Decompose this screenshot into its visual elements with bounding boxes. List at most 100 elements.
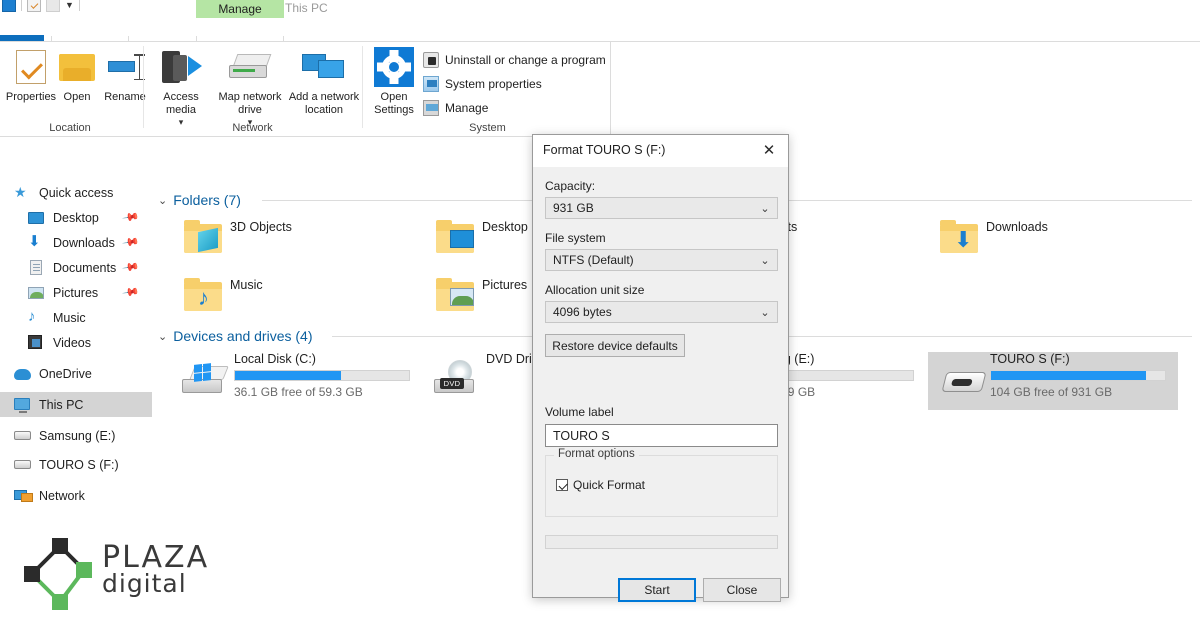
music-icon: ♪	[28, 308, 36, 325]
folder-item-music[interactable]: ♪ Music	[172, 276, 422, 332]
sidebar-item-music[interactable]: ♪ Music	[0, 305, 152, 330]
system-properties-command[interactable]: System properties	[423, 76, 542, 92]
allocation-unit-size-label: Allocation unit size	[545, 283, 645, 297]
sidebar-item-downloads[interactable]: ⬇ Downloads 📌	[0, 230, 152, 255]
sidebar-item-this-pc[interactable]: This PC	[0, 392, 152, 417]
group-label-system: System	[469, 122, 506, 134]
format-dialog[interactable]: Format TOURO S (F:) ✕ Capacity: 931 GB ⌄…	[532, 134, 789, 602]
sidebar-item-network[interactable]: Network	[0, 483, 152, 508]
pin-icon[interactable]: 📌	[122, 283, 141, 302]
access-media-button[interactable]: Access media ▾	[148, 46, 214, 129]
chevron-down-icon[interactable]: ⌄	[753, 306, 777, 319]
group-separator-1	[143, 46, 144, 128]
section-header-devices[interactable]: ⌄ Devices and drives (4)	[158, 328, 313, 344]
map-network-drive-icon	[212, 46, 288, 88]
pin-icon[interactable]: 📌	[122, 258, 141, 277]
ribbon-group-network: Access media ▾ Map network drive ▾ Add a…	[146, 42, 359, 137]
star-icon: ★	[14, 184, 27, 200]
add-network-location-button[interactable]: Add a network location	[286, 46, 362, 116]
start-button[interactable]: Start	[618, 578, 696, 602]
restore-device-defaults-button[interactable]: Restore device defaults	[545, 334, 685, 357]
file-system-select[interactable]: NTFS (Default) ⌄	[545, 249, 778, 271]
sidebar-item-label: Network	[39, 488, 85, 503]
sidebar-item-label: Pictures	[53, 285, 99, 300]
sidebar-item-label: Music	[53, 310, 86, 325]
folder-3d-objects-icon	[184, 220, 224, 253]
checkbox-icon[interactable]	[556, 479, 568, 491]
allocation-unit-size-select[interactable]: 4096 bytes ⌄	[545, 301, 778, 323]
close-icon[interactable]: ✕	[750, 135, 788, 165]
drive-free-text: 104 GB free of 931 GB	[990, 385, 1113, 399]
settings-gear-icon	[367, 46, 421, 88]
quick-access-toolbar[interactable]: ▼	[0, 0, 80, 12]
chevron-down-icon[interactable]: ⌄	[753, 202, 777, 215]
sidebar-item-pictures[interactable]: Pictures 📌	[0, 280, 152, 305]
drive-icon	[14, 428, 31, 443]
sidebar-item-documents[interactable]: Documents 📌	[0, 255, 152, 280]
customize-qat-caret-icon[interactable]: ▼	[65, 0, 74, 10]
format-options-group: Format options Quick Format	[545, 448, 778, 517]
drive-icon	[14, 457, 31, 472]
close-button[interactable]: Close	[703, 578, 781, 602]
drive-label: Local Disk (C:)	[234, 352, 316, 366]
folder-pictures-icon	[436, 278, 476, 311]
ribbon: Properties Open Rename Location Access m…	[0, 42, 611, 137]
add-network-location-icon	[286, 46, 362, 88]
sidebar-item-samsung-e[interactable]: Samsung (E:)	[0, 423, 152, 448]
manage-icon	[423, 100, 439, 116]
sidebar-item-desktop[interactable]: Desktop 📌	[0, 205, 152, 230]
drive-item-local-disk-c[interactable]: Local Disk (C:) 36.1 GB free of 59.3 GB	[172, 352, 422, 410]
uninstall-or-change-a-program-command[interactable]: Uninstall or change a program	[423, 52, 606, 68]
videos-icon	[28, 335, 45, 350]
onedrive-icon	[14, 366, 31, 381]
manage-command[interactable]: Manage	[423, 100, 488, 116]
capacity-select[interactable]: 931 GB ⌄	[545, 197, 778, 219]
pin-icon[interactable]: 📌	[122, 233, 141, 252]
network-icon	[14, 488, 33, 503]
sidebar-item-videos[interactable]: Videos	[0, 330, 152, 355]
chevron-down-icon[interactable]: ⌄	[753, 254, 777, 267]
properties-icon[interactable]	[27, 0, 41, 12]
folder-label: Desktop	[482, 220, 528, 234]
volume-label-input[interactable]: TOURO S	[545, 424, 778, 447]
drive-usage-bar	[990, 370, 1166, 381]
folder-desktop-icon	[436, 220, 476, 253]
pictures-icon	[28, 285, 45, 300]
logo-wordmark: PLAZA digital	[102, 540, 209, 598]
drive-label: TOURO S (F:)	[990, 352, 1070, 366]
sidebar-item-label: TOURO S (F:)	[39, 457, 119, 472]
explorer-icon[interactable]	[2, 0, 16, 12]
dialog-title: Format TOURO S (F:)	[543, 143, 666, 157]
uninstall-icon	[423, 52, 439, 68]
pin-icon[interactable]: 📌	[122, 208, 141, 227]
ribbon-group-location: Properties Open Rename Location	[0, 42, 146, 137]
section-title: Devices and drives (4)	[173, 328, 313, 344]
folder-label: 3D Objects	[230, 220, 292, 234]
new-folder-icon[interactable]	[46, 0, 60, 12]
sidebar-item-touro-s-f[interactable]: TOURO S (F:)	[0, 452, 152, 477]
qat-divider	[21, 0, 22, 11]
downloads-icon: ⬇	[28, 233, 41, 250]
qat-divider-2	[78, 0, 80, 11]
capacity-label: Capacity:	[545, 179, 596, 193]
quick-format-checkbox-row[interactable]: Quick Format	[556, 478, 645, 492]
desktop-icon	[28, 210, 45, 225]
section-header-folders[interactable]: ⌄ Folders (7)	[158, 192, 241, 208]
folder-label: Pictures	[482, 278, 528, 292]
window-title: This PC	[285, 1, 328, 15]
sidebar-item-onedrive[interactable]: OneDrive	[0, 361, 152, 386]
drive-item-touro-s-f[interactable]: TOURO S (F:) 104 GB free of 931 GB	[928, 352, 1178, 410]
folder-label: Downloads	[986, 220, 1048, 234]
file-system-value: NTFS (Default)	[553, 253, 634, 267]
chevron-down-icon[interactable]: ⌄	[158, 194, 167, 207]
map-network-drive-button[interactable]: Map network drive ▾	[212, 46, 288, 129]
folder-item-3d-objects[interactable]: 3D Objects	[172, 218, 422, 274]
group-label-location: Location	[49, 122, 91, 134]
sidebar-item-quick-access[interactable]: ★ Quick access	[0, 180, 152, 205]
external-drive-icon	[938, 366, 987, 396]
format-options-title: Format options	[554, 448, 639, 460]
system-properties-label: System properties	[445, 77, 542, 91]
folder-item-downloads[interactable]: ⬇ Downloads	[928, 218, 1178, 274]
chevron-down-icon[interactable]: ⌄	[158, 330, 167, 343]
open-settings-button[interactable]: Open Settings	[367, 46, 421, 116]
